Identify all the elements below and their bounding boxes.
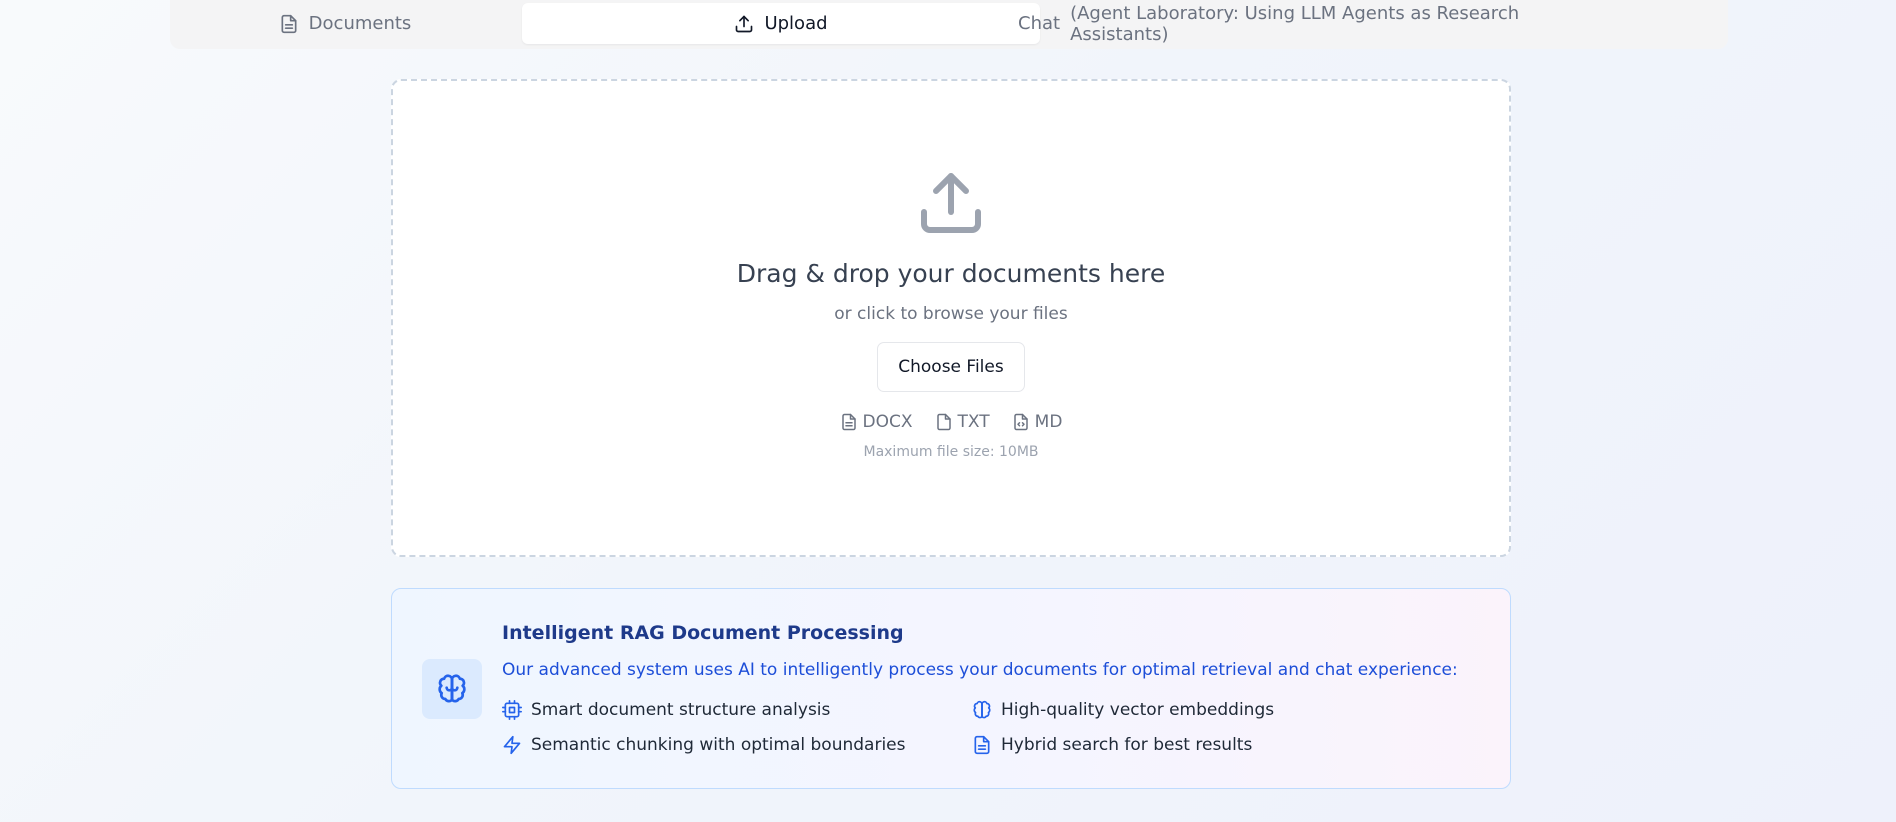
feature-item: Semantic chunking with optimal boundarie… [502, 735, 905, 755]
brain-icon [438, 674, 466, 703]
tab-documents-label: Documents [308, 13, 412, 34]
tab-documents[interactable]: Documents [170, 3, 520, 44]
file-text-icon [281, 14, 297, 33]
file-code-icon [1013, 413, 1028, 431]
dropzone-title: Drag & drop your documents here [736, 259, 1166, 288]
type-label: MD [1034, 412, 1063, 432]
feature-item: Hybrid search for best results [972, 735, 1252, 755]
file-text-icon [974, 735, 990, 755]
brain-badge [422, 659, 482, 719]
info-description: Our advanced system uses AI to intellige… [502, 660, 1458, 680]
type-label: DOCX [862, 412, 913, 432]
feature-label: Semantic chunking with optimal boundarie… [531, 735, 906, 755]
type-txt: TXT [935, 412, 990, 432]
feature-label: High-quality vector embeddings [1001, 700, 1275, 720]
upload-dropzone[interactable]: Drag & drop your documents here or click… [391, 79, 1511, 557]
file-text-icon [841, 413, 856, 431]
file-icon [936, 413, 951, 431]
cpu-icon [502, 700, 522, 720]
feature-item: Smart document structure analysis [502, 700, 830, 720]
type-docx: DOCX [840, 412, 913, 432]
tab-upload-label: Upload [764, 13, 828, 34]
type-label: TXT [957, 412, 990, 432]
feature-item: High-quality vector embeddings [972, 700, 1274, 720]
choose-files-button[interactable]: Choose Files [877, 342, 1025, 392]
feature-label: Hybrid search for best results [1001, 735, 1253, 755]
dropzone-subtitle: or click to browse your files [834, 304, 1068, 324]
zap-icon [503, 735, 521, 755]
brain-icon [973, 700, 991, 719]
info-card: Intelligent RAG Document Processing Our … [391, 588, 1511, 789]
max-file-size: Maximum file size: 10MB [863, 444, 1039, 460]
tab-upload[interactable]: Upload [522, 3, 1040, 44]
feature-label: Smart document structure analysis [531, 700, 831, 720]
tab-chat[interactable]: Chat (Agent Laboratory: Using LLM Agents… [1018, 2, 1558, 45]
upload-icon [921, 173, 981, 233]
tab-chat-label: Chat [1018, 13, 1061, 34]
supported-types: DOCX TXT MD [840, 412, 1063, 432]
upload-icon [736, 15, 753, 32]
info-title: Intelligent RAG Document Processing [502, 622, 904, 644]
type-md: MD [1012, 412, 1063, 432]
tab-chat-context: (Agent Laboratory: Using LLM Agents as R… [1070, 2, 1520, 45]
